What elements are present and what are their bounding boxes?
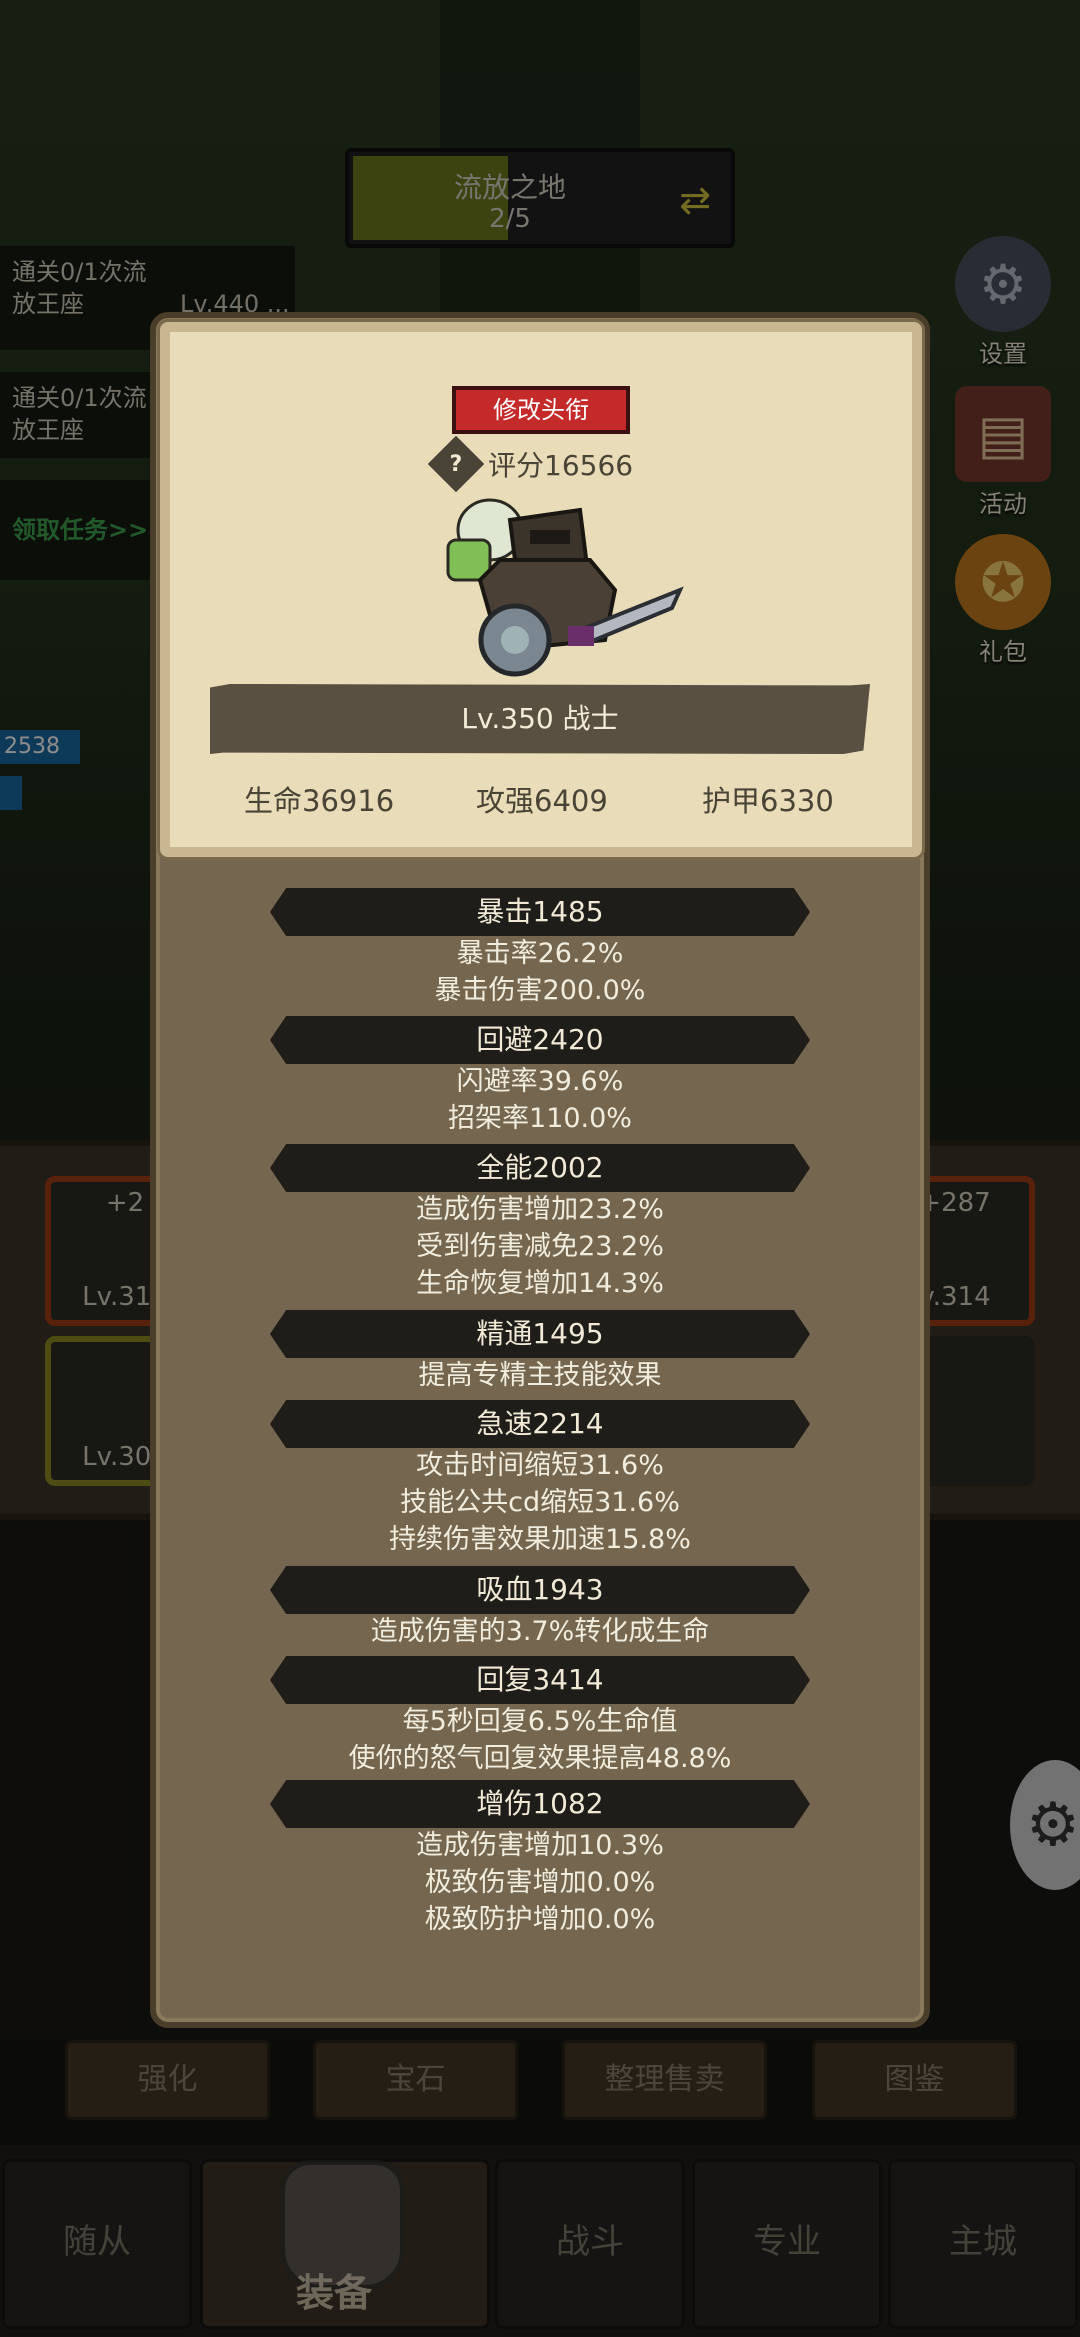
attack-stat: 攻强6409	[476, 784, 608, 818]
stat-detail: 极致防护增加0.0%	[424, 1904, 656, 1935]
evasion-header: 回避2420	[270, 1016, 810, 1064]
haste-header: 急速2214	[270, 1400, 810, 1448]
stat-detail: 提高专精主技能效果	[418, 1360, 662, 1391]
warrior-portrait	[446, 498, 684, 677]
stat-detail: 造成伤害增加10.3%	[416, 1830, 664, 1861]
stat-detail: 攻击时间缩短31.6%	[416, 1450, 664, 1481]
lifesteal-header: 吸血1943	[270, 1566, 810, 1614]
stat-detail: 技能公共cd缩短31.6%	[400, 1487, 680, 1518]
score-row: ? 评分16566	[427, 435, 634, 493]
stat-detail: 每5秒回复6.5%生命值	[402, 1706, 678, 1737]
mastery-header: 精通1495	[270, 1310, 810, 1358]
stat-detail: 招架率110.0%	[448, 1103, 632, 1134]
level-class-bar: Lv.350 战士	[210, 684, 870, 754]
versatility-header: 全能2002	[270, 1144, 810, 1192]
stat-detail: 造成伤害增加23.2%	[416, 1194, 664, 1225]
stat-detail: 造成伤害的3.7%转化成生命	[370, 1616, 710, 1647]
damage-bonus-header: 增伤1082	[270, 1780, 810, 1828]
help-icon[interactable]: ?	[427, 435, 485, 493]
change-title-button[interactable]: 修改头衔	[452, 386, 630, 434]
score-value: 评分16566	[488, 449, 634, 482]
stat-detail: 暴击率26.2%	[456, 938, 624, 969]
stat-detail: 生命恢复增加14.3%	[416, 1268, 664, 1299]
stat-detail: 受到伤害减免23.2%	[416, 1231, 664, 1262]
hp-stat: 生命36916	[244, 784, 395, 818]
crit-header: 暴击1485	[270, 888, 810, 936]
stat-detail: 极致伤害增加0.0%	[424, 1867, 656, 1898]
regen-header: 回复3414	[270, 1656, 810, 1704]
stat-detail: 暴击伤害200.0%	[434, 975, 646, 1006]
stat-detail: 持续伤害效果加速15.8%	[389, 1524, 691, 1555]
stat-detail: 使你的怒气回复效果提高48.8%	[348, 1743, 732, 1774]
stat-detail: 闪避率39.6%	[456, 1066, 624, 1097]
armor-stat: 护甲6330	[702, 784, 834, 818]
